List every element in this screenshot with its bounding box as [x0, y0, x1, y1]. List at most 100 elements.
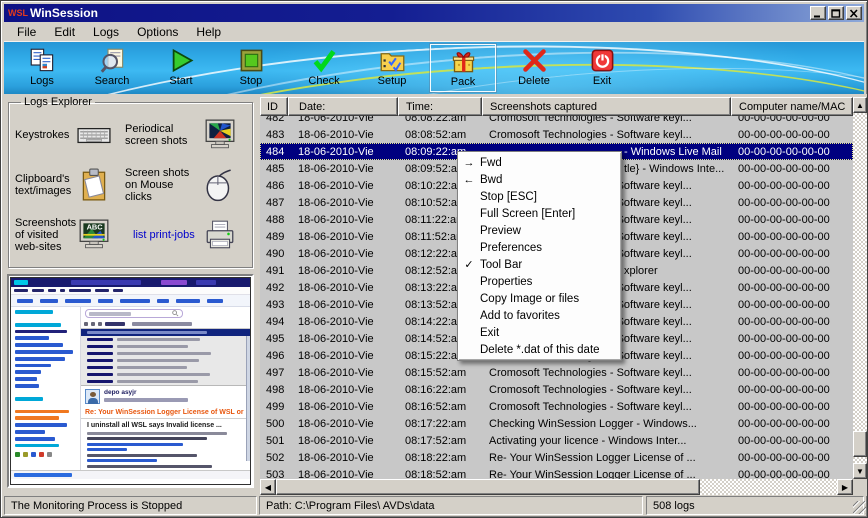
web-monitor-icon[interactable] — [77, 218, 111, 252]
preview-text-bar — [15, 397, 43, 401]
vertical-scroll-thumb[interactable] — [853, 431, 867, 457]
cell-id: 492 — [260, 282, 288, 294]
preview-text-bar — [87, 373, 113, 377]
menu-item-full-screen-enter[interactable]: Full Screen [Enter] — [458, 205, 621, 222]
toolbar-button-logs[interactable]: Logs — [9, 44, 75, 92]
table-row[interactable]: 48218-06-2010-Vie08:08:22:amCromosoft Te… — [260, 116, 853, 126]
table-row[interactable]: 49718-06-2010-Vie08:15:52:amCromosoft Te… — [260, 364, 853, 381]
cell-date: 18-06-2010-Vie — [288, 248, 398, 260]
horizontal-scroll-thumb[interactable] — [276, 479, 700, 495]
cell-mac: 00-00-00-00-00-00 — [731, 299, 853, 311]
clipboard-icon[interactable] — [77, 168, 111, 202]
cell-shot: Cromosoft Technologies - Software keyl..… — [482, 367, 731, 379]
minimize-button[interactable] — [810, 6, 826, 20]
explorer-item-print-jobs[interactable]: list print-jobs — [119, 229, 203, 241]
menu-item-properties[interactable]: Properties — [458, 273, 621, 290]
monitor-icon[interactable] — [203, 118, 237, 152]
preview-text-bar — [15, 430, 45, 434]
pack-icon — [450, 48, 477, 75]
menu-item-fwd[interactable]: →Fwd — [458, 154, 621, 171]
column-header-time[interactable]: Time: — [398, 97, 482, 116]
column-header-computer-mac[interactable]: Computer name/MAC — [731, 97, 853, 116]
resize-grip[interactable] — [853, 501, 866, 514]
preview-message-row — [81, 364, 250, 371]
menu-item-copy-image-or-files[interactable]: Copy Image or files — [458, 290, 621, 307]
menu-item-stop-esc[interactable]: Stop [ESC] — [458, 188, 621, 205]
preview-text-bar — [15, 444, 59, 448]
scroll-left-icon[interactable]: ◀ — [260, 479, 276, 495]
toolbar-button-exit[interactable]: Exit — [569, 44, 635, 92]
menu-edit[interactable]: Edit — [45, 23, 84, 41]
vertical-scroll-track[interactable] — [853, 113, 867, 463]
toolbar-button-check[interactable]: Check — [291, 44, 357, 92]
menu-item-label: Fwd — [480, 157, 502, 169]
toolbar-button-setup[interactable]: Setup — [359, 44, 425, 92]
menu-item-bwd[interactable]: ←Bwd — [458, 171, 621, 188]
menu-options[interactable]: Options — [128, 23, 187, 41]
cell-date: 18-06-2010-Vie — [288, 197, 398, 209]
menu-file[interactable]: File — [8, 23, 45, 41]
menu-item-preview[interactable]: Preview — [458, 222, 621, 239]
table-row[interactable]: 50118-06-2010-Vie08:17:52:amActivating y… — [260, 432, 853, 449]
table-row[interactable]: 49818-06-2010-Vie08:16:22:amCromosoft Te… — [260, 381, 853, 398]
cell-id: 497 — [260, 367, 288, 379]
menu-logs[interactable]: Logs — [84, 23, 128, 41]
menu-item-add-to-favorites[interactable]: Add to favorites — [458, 307, 621, 324]
toolbar-button-stop[interactable]: Stop — [218, 44, 284, 92]
scroll-right-icon[interactable]: ▶ — [837, 479, 853, 495]
explorer-item-keystrokes[interactable]: Keystrokes — [15, 129, 77, 141]
menu-item-label: Exit — [480, 327, 499, 339]
preview-text-bar — [113, 289, 123, 293]
table-row[interactable]: 50018-06-2010-Vie08:17:22:amChecking Win… — [260, 415, 853, 432]
menu-item-delete-dat-of-this-date[interactable]: Delete *.dat of this date — [458, 341, 621, 358]
scroll-up-icon[interactable]: ▲ — [853, 97, 867, 113]
toolbar-button-start[interactable]: Start — [148, 44, 214, 92]
cell-id: 489 — [260, 231, 288, 243]
toolbar-button-delete[interactable]: Delete — [501, 44, 567, 92]
explorer-item-periodical-screenshots[interactable]: Periodical screen shots — [119, 123, 203, 147]
preview-text-bar — [207, 299, 223, 303]
cell-mac: 00-00-00-00-00-00 — [731, 116, 853, 124]
table-row[interactable]: 49918-06-2010-Vie08:16:52:amCromosoft Te… — [260, 398, 853, 415]
column-header-screenshots[interactable]: Screenshots captured — [482, 97, 731, 116]
table-row[interactable]: 48318-06-2010-Vie08:08:52:amCromosoft Te… — [260, 126, 853, 143]
column-header-id[interactable]: ID — [260, 97, 288, 116]
preview-toolbar-strip — [11, 295, 250, 307]
explorer-item-mouse-screenshots[interactable]: Screen shots on Mouse clicks — [119, 167, 203, 203]
menu-help[interactable]: Help — [187, 23, 230, 41]
explorer-item-websites[interactable]: Screenshots of visited web-sites — [15, 217, 77, 253]
toolbar-button-search[interactable]: Search — [79, 44, 145, 92]
scrollbar-corner — [853, 479, 867, 495]
scroll-down-icon[interactable]: ▼ — [853, 463, 867, 479]
toolbar-button-pack[interactable]: Pack — [430, 44, 496, 92]
menu-item-exit[interactable]: Exit — [458, 324, 621, 341]
column-header-date[interactable]: Date: — [288, 97, 398, 116]
preview-text-bar — [15, 377, 37, 381]
menu-item-preferences[interactable]: Preferences — [458, 239, 621, 256]
cell-id: 495 — [260, 333, 288, 345]
context-menu: →Fwd←BwdStop [ESC]Full Screen [Enter]Pre… — [457, 151, 622, 361]
keyboard-icon[interactable] — [77, 118, 111, 152]
cell-time: 08:08:22:am — [398, 116, 482, 124]
preview-text-bar — [87, 459, 157, 462]
table-row[interactable]: 50218-06-2010-Vie08:18:22:amRe- Your Win… — [260, 449, 853, 466]
preview-text-bar — [87, 443, 183, 446]
menu-item-tool-bar[interactable]: ✓Tool Bar — [458, 256, 621, 273]
explorer-item-clipboard[interactable]: Clipboard's text/images — [15, 173, 77, 197]
cell-time: 08:17:52:am — [398, 435, 482, 447]
preview-body-line2: Hi Remko, I could not install the latest… — [87, 470, 250, 471]
preview-text-line — [87, 465, 250, 468]
mouse-icon[interactable] — [203, 168, 237, 202]
close-button[interactable] — [846, 6, 862, 20]
preview-message-list — [81, 329, 250, 385]
table-row[interactable]: 50318-06-2010-Vie08:18:52:amRe- Your Win… — [260, 466, 853, 479]
preview-list-header — [81, 320, 250, 329]
preview-text-line — [87, 437, 250, 440]
cell-date: 18-06-2010-Vie — [288, 367, 398, 379]
screenshot-preview-pane[interactable]: depo asyjr Re: Your WinSession Logger Li… — [7, 274, 254, 488]
cell-date: 18-06-2010-Vie — [288, 316, 398, 328]
preview-text-line — [87, 443, 250, 446]
maximize-button[interactable] — [828, 6, 844, 20]
arrow-icon: ← — [458, 174, 480, 186]
printer-icon[interactable] — [203, 218, 237, 252]
